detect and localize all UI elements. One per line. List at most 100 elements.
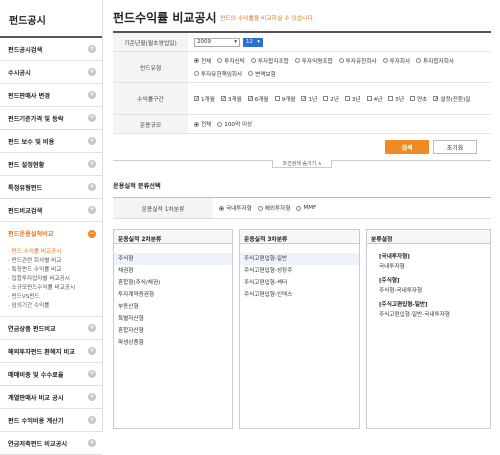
period-option[interactable]: 3년 [344,94,361,104]
scale-option[interactable]: 100억 이상 [217,119,252,129]
period-option[interactable]: 1개월 [194,94,215,104]
sidebar-item[interactable]: 펀드 설정현황 + [0,153,102,176]
scale-option-label: 전체 [201,122,212,128]
sidebar-subitem[interactable]: · 임의기간 수익률 [8,301,102,310]
fund-type-option[interactable]: 투자유한책임회사 [194,69,242,79]
page-subtitle: 펀드의 수익률을 비교하실 수 있습니다. [220,16,315,22]
classification-title: 운용실적 분류선택 [113,183,161,190]
sidebar-item-label: 해외투자펀드 환헤지 비교 [8,348,75,356]
collapse-toggle[interactable]: 조건검색 숨기기 ∧ [272,160,332,168]
month-select[interactable]: 12 ▾ [243,37,263,47]
period-option[interactable]: 2년 [323,94,339,104]
radio-icon [257,205,263,211]
sidebar-subitem[interactable]: · 소규모펀드수익률 비교공시 [8,283,102,292]
sidebar-item[interactable]: 매매비중 및 수수료율 + [0,363,102,386]
sidebar-item-label: 펀드공시검색 [8,46,43,54]
radio-icon [217,58,223,63]
cat1-option[interactable]: MMF [296,203,316,213]
cat1-option-label: MMF [303,205,317,211]
checkbox-icon [344,96,350,101]
period-option[interactable]: 5년 [388,94,404,104]
sidebar-subitem[interactable]: · 펀드 수익률 비교공시 [8,247,102,256]
result-block-value: 국내투자형 [379,264,405,270]
sidebar-subitem[interactable]: · 펀드관련 회사별 비교 [8,256,102,265]
reset-button[interactable]: 초기화 [433,140,477,154]
scale-option[interactable]: 전체 [194,119,211,129]
period-option[interactable]: 연초 [410,94,427,104]
period-option[interactable]: 3개월 [220,94,242,104]
cat2-list-item[interactable]: 파생상품형 [114,337,232,349]
fund-type-option-label: 투자합자회사 [423,58,455,65]
fund-type-label: 펀드유형 [113,52,188,82]
cat3-list-item[interactable]: 주식고편입형-인덱스 [240,289,359,301]
fund-type-option-label: 변액보험 [255,71,276,78]
sidebar-subitem[interactable]: · 펀드VS펀드 [8,292,102,301]
fund-type-option[interactable]: 투자익명조합 [294,56,333,66]
period-option-label: 6개월 [254,96,269,103]
cat1-option[interactable]: 해외투자형 [257,203,290,213]
cat2-list-item[interactable]: 혼합형(주식/채권) [114,277,232,289]
sidebar-item[interactable]: 해외투자펀드 환헤지 비교 + [0,340,102,363]
period-option-label: 4년 [373,96,383,103]
sidebar-subitem[interactable]: · 집합투자업자별 비교공시 [8,274,102,283]
period-option[interactable]: 1년 [301,94,317,104]
year-value: 2009 [197,39,211,45]
search-form: 기준년월(월초영업일) 2009 ▾ 12 ▾ 펀드유형 전체 투자신탁 투자합자조합 투… [113,31,491,134]
fund-type-option-label: 투자유한회사 [345,58,377,65]
cat3-list-item[interactable]: 주식고편입형-섹터 [240,277,359,289]
period-option[interactable]: 9개월 [274,94,295,104]
cat2-list-item[interactable]: 투자계약증권형 [114,289,232,301]
sidebar-item-label: 펀드 보수 및 비용 [8,138,55,146]
cat2-list-item[interactable]: 채권형 [114,265,232,277]
sidebar-item-label: 펀드기준가격 및 등락 [8,115,64,123]
fund-type-option[interactable]: 투자합자회사 [416,56,454,66]
fund-type-option-label: 전체 [201,58,212,65]
radio-icon [294,58,300,63]
fund-type-option[interactable]: 변액보험 [248,69,276,79]
fund-type-option[interactable]: 투자회사 [382,56,410,66]
period-option[interactable]: 4년 [366,94,383,104]
sidebar-item-label: 특정유형펀드 [8,184,43,192]
fund-type-option[interactable]: 전체 [194,56,211,66]
sidebar-item[interactable]: 펀드기준가격 및 등락 + [0,107,102,130]
sidebar-subitem[interactable]: · 특정펀드 수익률 비교 [8,265,102,274]
period-option[interactable]: 6개월 [247,94,269,104]
fund-type-option[interactable]: 투자유한회사 [338,56,377,66]
cat3-list-item[interactable]: 주식고편입형-일반 [240,253,359,265]
sidebar-item[interactable]: 계열판매사 비교 공시 + [0,386,102,409]
scale-row: 운용규모 전체 100억 이상 [113,115,491,134]
checkbox-icon [323,96,329,101]
sidebar-item-label: 펀드판매사 변경 [8,92,51,100]
cat3-list-item[interactable]: 주식고편입형-성장주 [240,265,359,277]
cat3-header: 운용실적 3차분류 [240,230,359,244]
cat2-list-item[interactable]: 혼합자산형 [114,325,232,337]
year-select[interactable]: 2009 ▾ [194,37,240,47]
plus-circle-icon: + [88,439,96,447]
result-panel: 분류설정 [국내투자형] 국내투자형 [주식형] 주식형-국내투자형 [주식고편입형-일… [366,229,491,429]
cat2-list-item[interactable]: 부동산형 [114,301,232,313]
fund-type-option[interactable]: 투자신탁 [217,56,245,66]
sidebar-item-label: 펀드 설정현황 [8,161,45,169]
cat2-list-item[interactable]: 주식형 [114,253,232,265]
minus-circle-icon: − [88,229,96,238]
cat1-option[interactable]: 국내투자형 [219,203,252,213]
period-label: 수익률구간 [113,83,188,114]
sidebar-item[interactable]: 펀드판매사 변경 + [0,84,102,107]
page-title: 펀드수익률 비교공시 [113,11,217,25]
sidebar-item[interactable]: 펀드공시검색 + [0,38,102,61]
sidebar-item[interactable]: 수시공시 + [0,61,102,84]
period-option-label: 3개월 [227,96,242,103]
search-button[interactable]: 검색 [385,140,429,154]
sidebar-item[interactable]: 펀드운용실적비교 − [0,222,102,245]
sidebar-item[interactable]: 특정유형펀드 + [0,176,102,199]
sidebar-item[interactable]: 연금저축펀드 비교공시 + [0,432,102,455]
radio-icon [194,71,199,76]
fund-type-option[interactable]: 투자합자조합 [250,56,289,66]
sidebar-item[interactable]: 펀드 보수 및 비용 + [0,130,102,153]
period-option[interactable]: 설정(전환)일 [433,94,470,104]
cat2-list-item[interactable]: 특별자산형 [114,313,232,325]
checkbox-icon [301,96,307,101]
sidebar-item[interactable]: 연금상품 펀드비교 + [0,317,102,340]
sidebar-item[interactable]: 펀드 수익비용 계산기 + [0,409,102,432]
sidebar-item[interactable]: 펀드비교검색 + [0,199,102,222]
